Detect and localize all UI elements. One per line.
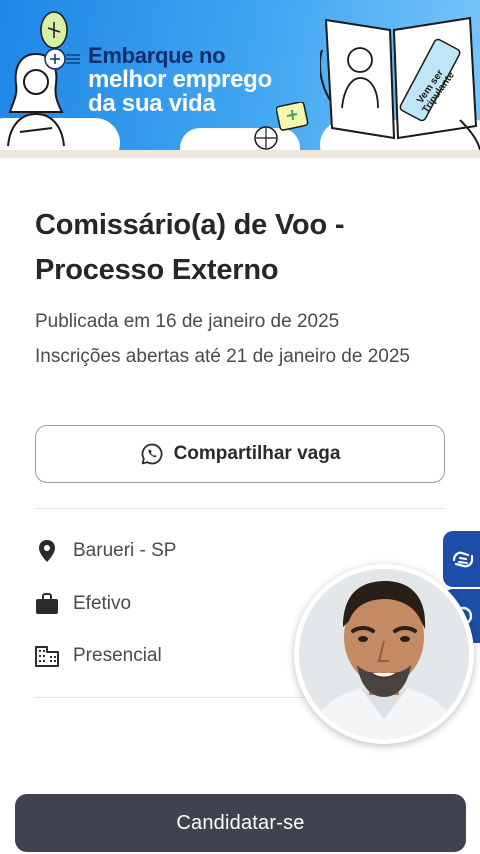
detail-location: Barueri - SP bbox=[35, 539, 176, 563]
detail-contract: Efetivo bbox=[35, 592, 131, 616]
passport-illustration bbox=[320, 16, 480, 150]
globe-illustration bbox=[254, 126, 278, 150]
detail-work-mode: Presencial bbox=[35, 644, 162, 668]
airline-stamp-icon bbox=[44, 48, 80, 70]
divider-top bbox=[35, 508, 445, 509]
location-label: Barueri - SP bbox=[73, 540, 177, 561]
application-deadline: Inscrições abertas até 21 de janeiro de … bbox=[35, 346, 410, 367]
banner-line-3: da sua vida bbox=[88, 90, 216, 117]
hero-banner: Embarque no melhor emprego da sua vida V… bbox=[0, 0, 480, 150]
banner-line-2: melhor emprego bbox=[88, 66, 272, 93]
location-pin-icon bbox=[35, 539, 59, 563]
sign-language-icon bbox=[452, 551, 474, 568]
banner-headline: Embarque no melhor emprego da sua vida bbox=[88, 44, 272, 116]
contract-label: Efetivo bbox=[73, 593, 132, 614]
briefcase-icon bbox=[35, 592, 59, 616]
work-mode-label: Presencial bbox=[73, 645, 162, 666]
presenter-avatar bbox=[299, 569, 469, 739]
published-date: Publicada em 16 de janeiro de 2025 bbox=[35, 311, 340, 332]
banner-divider-strip bbox=[0, 150, 480, 158]
presenter-video-bubble[interactable] bbox=[294, 564, 474, 744]
banner-line-1: Embarque no bbox=[88, 43, 226, 68]
whatsapp-icon bbox=[141, 443, 163, 465]
sign-language-tab[interactable] bbox=[443, 531, 480, 587]
building-icon bbox=[35, 644, 59, 668]
job-title: Comissário(a) de Voo - Processo Externo bbox=[35, 209, 345, 286]
share-job-button[interactable]: Compartilhar vaga bbox=[35, 425, 445, 483]
share-button-label: Compartilhar vaga bbox=[173, 443, 341, 464]
apply-button[interactable]: Candidatar-se bbox=[15, 794, 466, 852]
